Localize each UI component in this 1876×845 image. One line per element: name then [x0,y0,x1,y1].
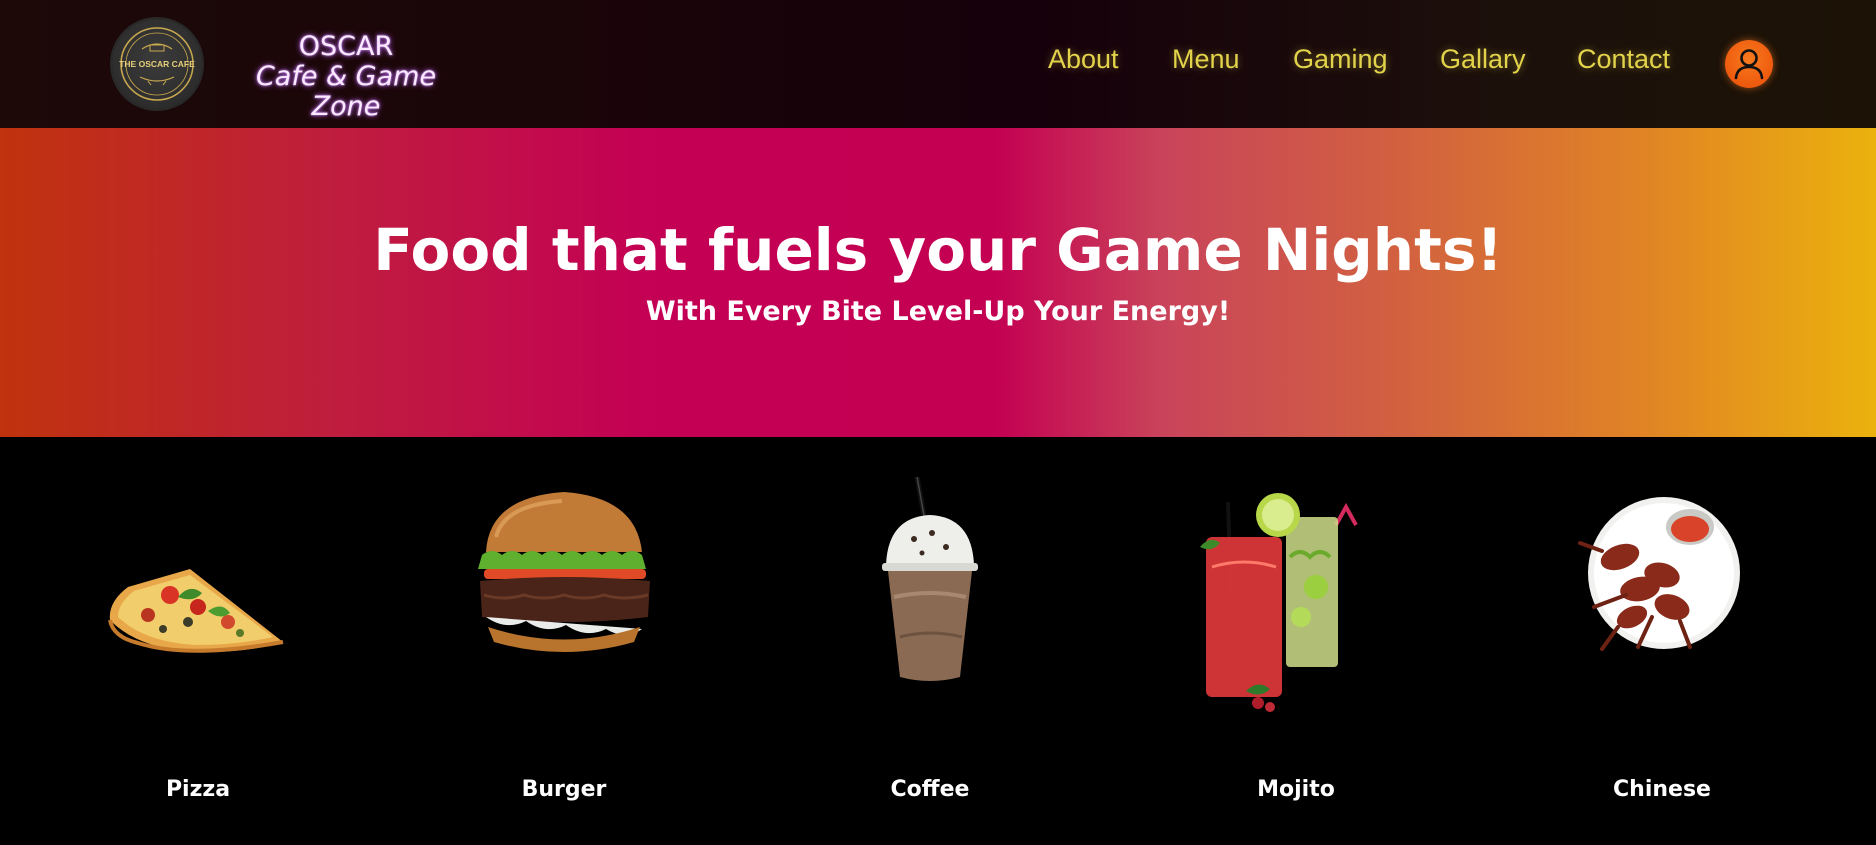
menu-item-label: Chinese [1613,777,1711,802]
burger-image [478,492,650,652]
chinese-image [1578,497,1740,651]
menu-item-mojito[interactable]: Mojito [1176,477,1416,802]
menu-item-pizza[interactable]: Pizza [78,477,318,802]
hero-subtitle: With Every Bite Level-Up Your Energy! [645,296,1231,327]
brand-name: OSCAR [298,31,394,62]
hero-banner: Food that fuels your Game Nights! With E… [0,128,1876,437]
user-account-button[interactable] [1725,40,1773,88]
menu-item-label: Burger [521,777,607,802]
user-icon [1734,49,1764,80]
brand-block[interactable]: OSCAR Cafe & Game Zone [226,32,466,122]
coffee-image [882,477,978,681]
logo-text: THE OSCAR CAFE [119,59,195,69]
logo-text-overlay: THE OSCAR CAFE [119,59,195,69]
site-header: THE OSCAR CAFE OSCAR Cafe & Game Zone Ab… [0,0,1876,128]
menu-item-label: Pizza [165,777,231,802]
menu-item-label: Coffee [890,777,970,802]
brand-tagline: Cafe & Game Zone [255,61,437,122]
nav-gallary[interactable]: Gallary [1440,44,1526,75]
mojito-image [1200,493,1358,712]
menu-item-chinese[interactable]: Chinese [1542,477,1782,802]
menu-items-section: Pizza Burger Coffee Mojito Chinese [0,437,1876,845]
menu-item-label: Mojito [1257,777,1335,802]
nav-contact[interactable]: Contact [1577,44,1670,75]
pizza-image [108,569,284,653]
nav-about[interactable]: About [1048,44,1119,75]
menu-item-coffee[interactable]: Coffee [810,477,1050,802]
nav-gaming[interactable]: Gaming [1293,44,1388,75]
nav-menu[interactable]: Menu [1172,44,1240,75]
cafe-logo[interactable]: THE OSCAR CAFE [112,19,202,109]
hero-title: Food that fuels your Game Nights! [373,216,1503,284]
menu-item-burger[interactable]: Burger [444,477,684,802]
